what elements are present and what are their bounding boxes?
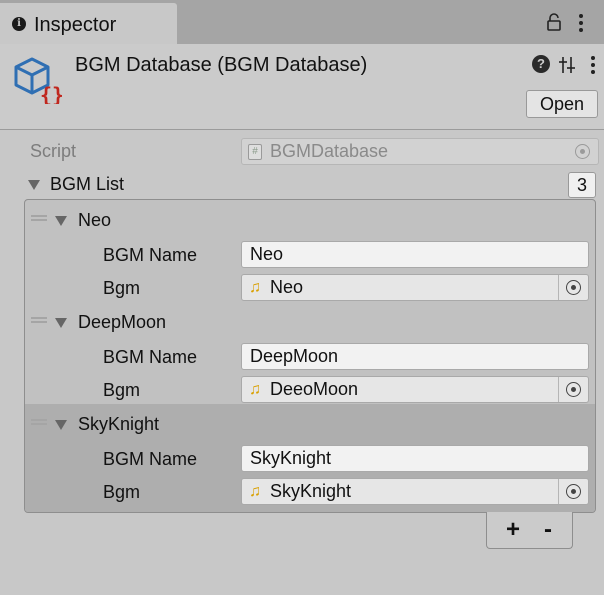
kebab-menu-icon[interactable] [576, 13, 586, 33]
drag-handle-icon[interactable] [31, 419, 47, 425]
list-item[interactable]: SkyKnight BGM Name SkyKnight Bgm ♫ SkyKn… [25, 404, 595, 512]
object-picker-icon [566, 280, 581, 295]
audio-clip-icon: ♫ [249, 279, 261, 296]
list-size-field[interactable]: 3 [568, 172, 596, 198]
tab-inspector[interactable]: i Inspector [0, 3, 177, 44]
script-file-icon: # [248, 144, 262, 160]
remove-element-button[interactable]: - [533, 516, 563, 544]
foldout-arrow-icon[interactable] [55, 318, 67, 328]
inspector-header: {} BGM Database (BGM Database) ? Open [0, 44, 604, 130]
bgm-clip-field[interactable]: ♫ SkyKnight [241, 478, 589, 505]
add-element-button[interactable]: + [498, 516, 528, 544]
lock-icon[interactable] [545, 13, 563, 31]
bgm-clip-value: Neo [270, 277, 304, 297]
drag-handle-icon[interactable] [31, 215, 47, 221]
bgm-label: Bgm [103, 380, 141, 400]
list-footer: + - [486, 512, 573, 549]
kebab-menu-icon[interactable] [588, 55, 598, 75]
bgm-name-input[interactable]: Neo [241, 241, 589, 268]
script-field[interactable]: # BGMDatabase [241, 138, 599, 165]
bgm-name-label: BGM Name [103, 449, 198, 469]
script-value: BGMDatabase [270, 141, 389, 161]
svg-text:{}: {} [40, 83, 62, 104]
open-button[interactable]: Open [526, 90, 598, 118]
bgm-name-label: BGM Name [103, 245, 198, 265]
element-header[interactable]: Neo [78, 210, 111, 231]
object-picker-button[interactable] [558, 275, 588, 300]
bgm-name-label: BGM Name [103, 347, 198, 367]
object-picker-button[interactable] [558, 377, 588, 402]
object-picker-icon[interactable] [575, 144, 590, 159]
tab-bar: i Inspector [0, 0, 604, 44]
bgm-name-input[interactable]: SkyKnight [241, 445, 589, 472]
list-item[interactable]: Neo BGM Name Neo Bgm ♫ Neo [25, 200, 595, 302]
bgm-name-input[interactable]: DeepMoon [241, 343, 589, 370]
element-header[interactable]: DeepMoon [78, 312, 166, 333]
audio-clip-icon: ♫ [249, 381, 261, 398]
element-header[interactable]: SkyKnight [78, 414, 159, 435]
audio-clip-icon: ♫ [249, 483, 261, 500]
object-picker-icon [566, 382, 581, 397]
bgm-list: Neo BGM Name Neo Bgm ♫ Neo DeepMoon BGM … [24, 199, 596, 513]
foldout-arrow-icon[interactable] [55, 216, 67, 226]
help-icon[interactable]: ? [532, 55, 550, 73]
bgm-clip-field[interactable]: ♫ Neo [241, 274, 589, 301]
presets-icon[interactable] [557, 56, 577, 74]
object-picker-button[interactable] [558, 479, 588, 504]
bgm-clip-value: DeeoMoon [270, 379, 359, 399]
scriptable-object-icon: {} [14, 57, 62, 104]
list-item[interactable]: DeepMoon BGM Name DeepMoon Bgm ♫ DeeoMoo… [25, 302, 595, 404]
foldout-arrow-icon[interactable] [28, 180, 40, 190]
bgm-clip-field[interactable]: ♫ DeeoMoon [241, 376, 589, 403]
bgm-label: Bgm [103, 278, 141, 298]
info-icon: i [12, 17, 26, 31]
bgm-clip-value: SkyKnight [270, 481, 352, 501]
script-label: Script [30, 141, 77, 161]
drag-handle-icon[interactable] [31, 317, 47, 323]
object-picker-icon [566, 484, 581, 499]
foldout-arrow-icon[interactable] [55, 420, 67, 430]
bgm-label: Bgm [103, 482, 141, 502]
tab-title: Inspector [34, 14, 117, 36]
object-title: BGM Database (BGM Database) [75, 54, 368, 76]
bgm-list-label[interactable]: BGM List [50, 174, 124, 195]
